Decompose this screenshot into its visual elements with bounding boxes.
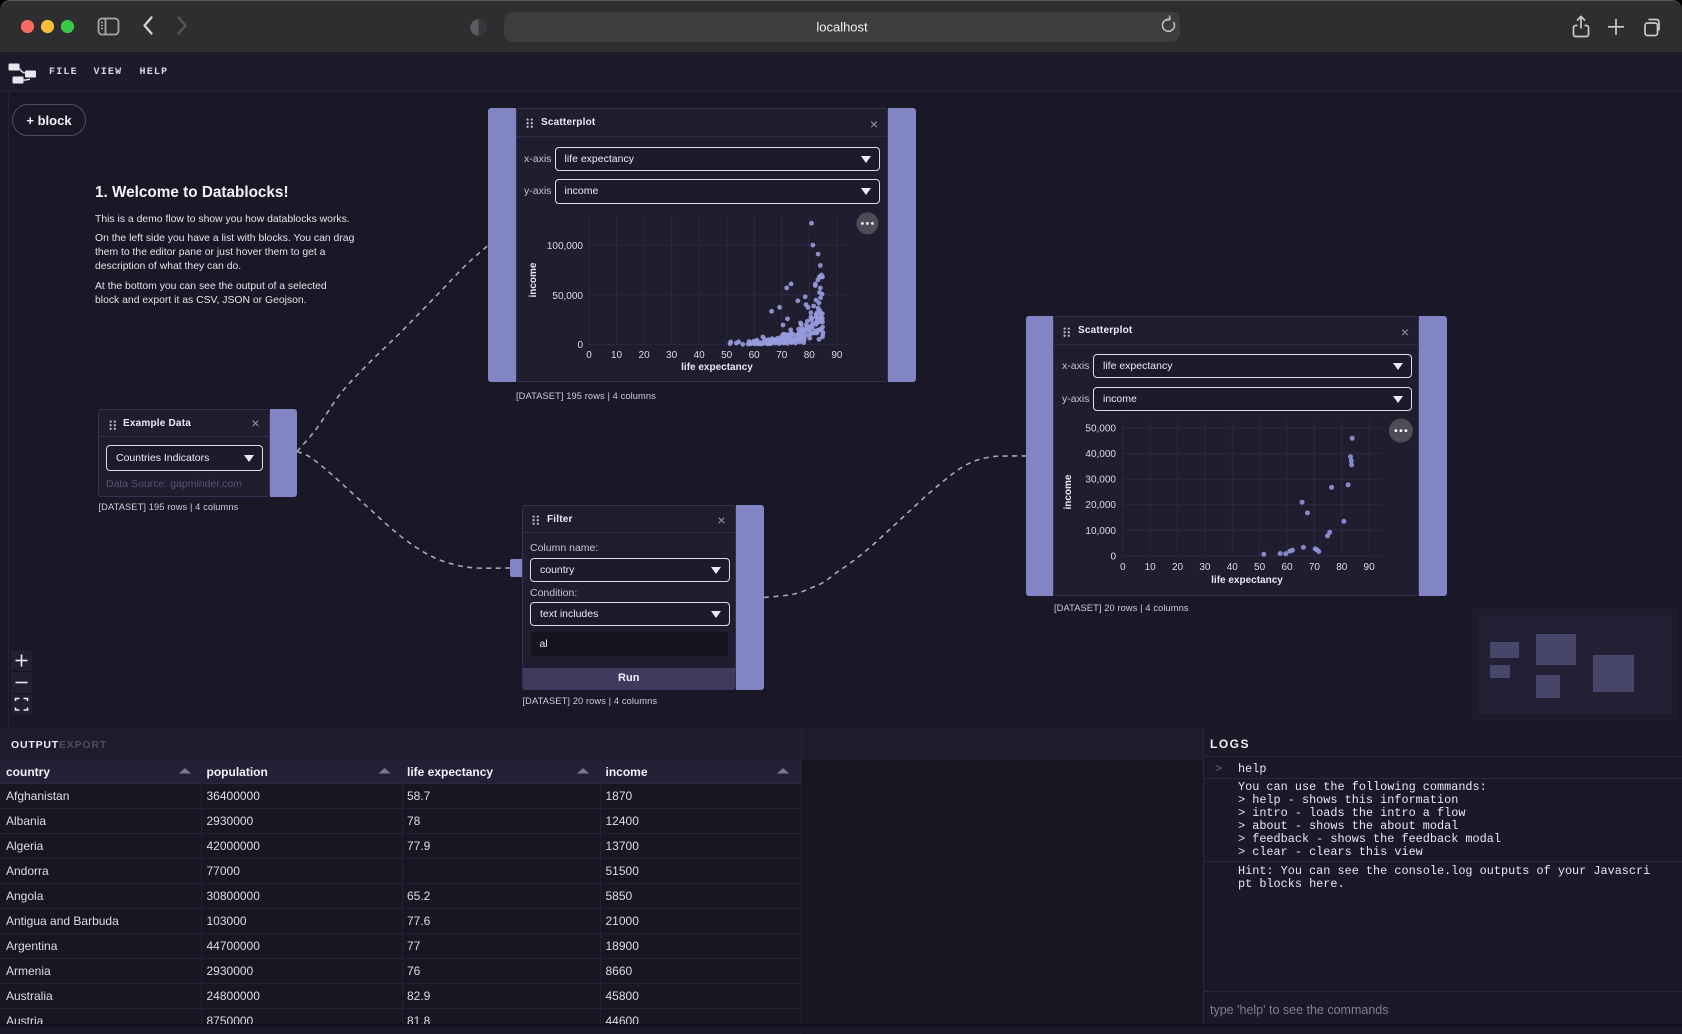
svg-text:90: 90 <box>1364 562 1376 573</box>
svg-text:life expectancy: life expectancy <box>681 362 753 373</box>
svg-text:30,000: 30,000 <box>1085 475 1116 486</box>
svg-text:100,000: 100,000 <box>547 241 584 252</box>
svg-text:10: 10 <box>1145 562 1157 573</box>
svg-text:20: 20 <box>1172 562 1184 573</box>
svg-text:50,000: 50,000 <box>1085 424 1116 435</box>
svg-text:50: 50 <box>721 350 733 361</box>
svg-text:life expectancy: life expectancy <box>1211 575 1283 586</box>
svg-text:20: 20 <box>639 350 651 361</box>
svg-text:80: 80 <box>804 350 816 361</box>
svg-text:70: 70 <box>1309 562 1321 573</box>
svg-text:0: 0 <box>586 350 592 361</box>
svg-text:0: 0 <box>1120 562 1126 573</box>
svg-text:0: 0 <box>577 340 583 351</box>
svg-text:40,000: 40,000 <box>1085 449 1116 460</box>
svg-text:30: 30 <box>1199 562 1211 573</box>
svg-text:20,000: 20,000 <box>1085 500 1116 511</box>
svg-text:40: 40 <box>694 350 706 361</box>
svg-text:income: income <box>1063 474 1074 509</box>
svg-text:80: 80 <box>1336 562 1348 573</box>
svg-text:60: 60 <box>1281 562 1293 573</box>
svg-text:50,000: 50,000 <box>552 291 583 302</box>
svg-text:0: 0 <box>1110 551 1116 562</box>
svg-text:40: 40 <box>1227 562 1239 573</box>
svg-text:50: 50 <box>1254 562 1266 573</box>
svg-text:90: 90 <box>831 350 843 361</box>
svg-text:10: 10 <box>611 350 623 361</box>
svg-text:30: 30 <box>666 350 678 361</box>
svg-text:10,000: 10,000 <box>1085 526 1116 537</box>
svg-text:income: income <box>528 262 539 297</box>
svg-text:70: 70 <box>776 350 788 361</box>
svg-text:60: 60 <box>749 350 761 361</box>
